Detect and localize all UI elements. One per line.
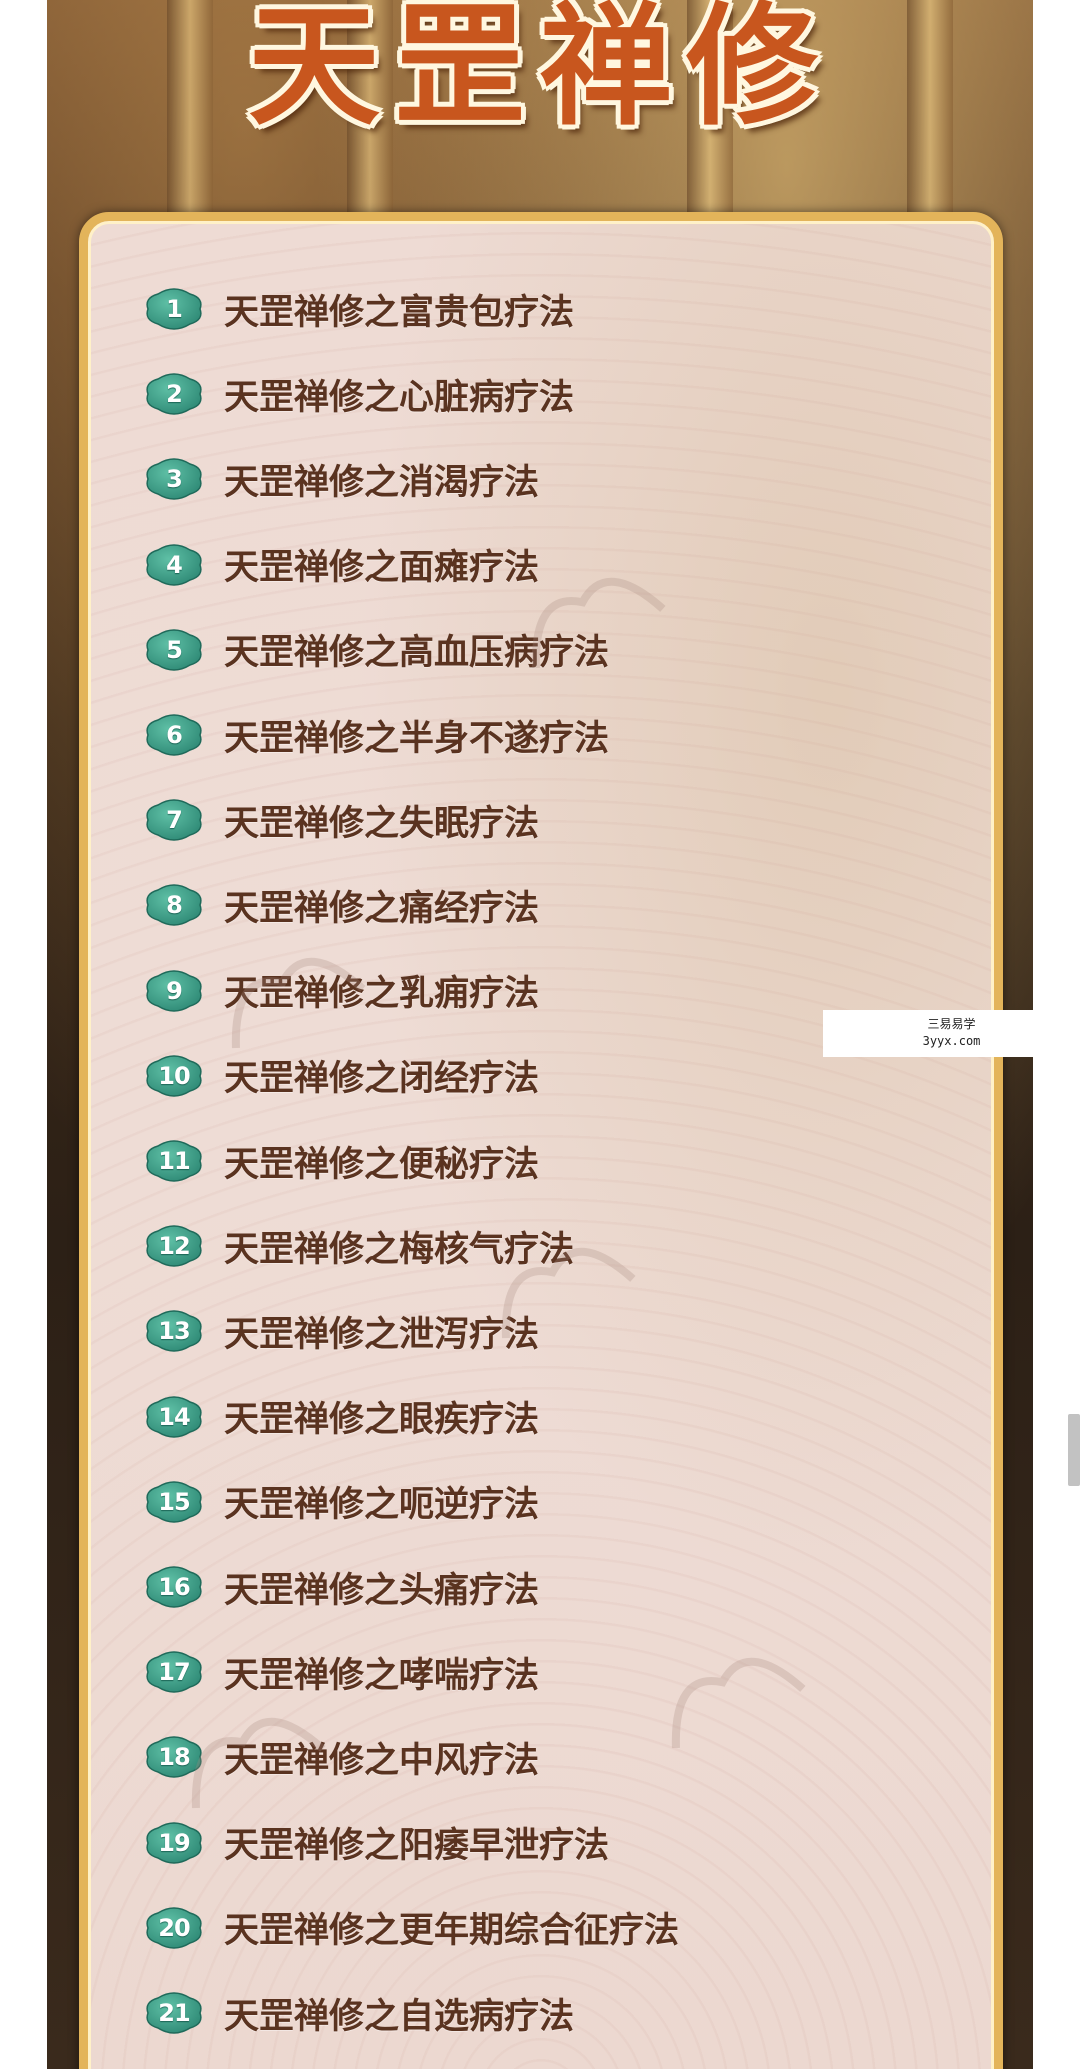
list-item: 1 天罡禅修之富贵包疗法 bbox=[144, 279, 574, 339]
list-panel: 1 天罡禅修之富贵包疗法 2 天罡禅修之心脏病疗法 3 天罡禅修之消渴疗法 4 天罡禅修之面瘫… bbox=[79, 212, 1003, 2069]
item-number: 14 bbox=[158, 1402, 190, 1431]
list-item: 21 天罡禅修之自选病疗法 bbox=[144, 1983, 574, 2043]
list-item: 10 天罡禅修之闭经疗法 bbox=[144, 1046, 539, 1106]
item-number: 13 bbox=[158, 1317, 190, 1346]
item-number: 7 bbox=[166, 806, 183, 835]
item-number: 20 bbox=[158, 1913, 190, 1942]
item-number: 3 bbox=[166, 465, 183, 494]
item-label: 天罡禅修之心脏病疗法 bbox=[224, 377, 575, 418]
list-item: 20 天罡禅修之更年期综合征疗法 bbox=[144, 1898, 679, 1958]
list-item: 7 天罡禅修之失眠疗法 bbox=[144, 790, 539, 850]
item-number: 11 bbox=[158, 1147, 190, 1175]
site-watermark: 三易易学 3yyx.com bbox=[823, 1010, 1080, 1057]
scrollbar-thumb[interactable] bbox=[1068, 1414, 1080, 1486]
item-number: 6 bbox=[166, 721, 183, 749]
item-number: 17 bbox=[158, 1658, 190, 1687]
list-item: 15 天罡禅修之呃逆疗法 bbox=[144, 1472, 539, 1532]
list-item: 2 天罡禅修之心脏病疗法 bbox=[144, 364, 574, 424]
list-item: 14 天罡禅修之眼疾疗法 bbox=[144, 1387, 539, 1447]
item-label: 天罡禅修之阳痿早泄疗法 bbox=[224, 1826, 610, 1867]
page-title: 天罡禅修 bbox=[248, 0, 832, 144]
site-watermark-url: 3yyx.com bbox=[922, 1034, 981, 1048]
item-label: 天罡禅修之面瘫疗法 bbox=[224, 548, 540, 589]
item-number: 4 bbox=[166, 550, 183, 579]
list-item: 17 天罡禅修之哮喘疗法 bbox=[144, 1642, 539, 1702]
list-item: 6 天罡禅修之半身不遂疗法 bbox=[144, 705, 609, 765]
number-badge: 17 bbox=[144, 1647, 204, 1697]
list-item: 11 天罡禅修之便秘疗法 bbox=[144, 1131, 539, 1191]
item-number: 16 bbox=[158, 1573, 190, 1601]
item-number: 1 bbox=[166, 295, 183, 323]
item-label: 天罡禅修之痛经疗法 bbox=[224, 888, 540, 929]
item-label: 天罡禅修之消渴疗法 bbox=[224, 462, 540, 503]
number-badge: 13 bbox=[144, 1306, 204, 1356]
item-label: 天罡禅修之便秘疗法 bbox=[224, 1144, 540, 1185]
item-number: 21 bbox=[158, 1999, 190, 2027]
number-badge: 8 bbox=[144, 880, 204, 930]
number-badge: 20 bbox=[144, 1903, 204, 1953]
number-badge: 14 bbox=[144, 1392, 204, 1442]
number-badge: 7 bbox=[144, 795, 204, 845]
number-badge: 11 bbox=[144, 1136, 204, 1186]
item-label: 天罡禅修之头痛疗法 bbox=[224, 1570, 540, 1611]
item-number: 10 bbox=[158, 1061, 190, 1090]
item-label: 天罡禅修之失眠疗法 bbox=[224, 803, 540, 844]
number-badge: 4 bbox=[144, 540, 204, 590]
site-watermark-name: 三易易学 bbox=[927, 1017, 976, 1031]
number-badge: 6 bbox=[144, 710, 204, 760]
item-label: 天罡禅修之更年期综合征疗法 bbox=[224, 1911, 680, 1952]
item-number: 8 bbox=[166, 891, 183, 920]
number-badge: 3 bbox=[144, 454, 204, 504]
number-badge: 5 bbox=[144, 625, 204, 675]
number-badge: 10 bbox=[144, 1051, 204, 1101]
number-badge: 16 bbox=[144, 1562, 204, 1612]
background-emblem bbox=[633, 1612, 823, 1776]
item-number: 5 bbox=[166, 635, 183, 664]
number-badge: 12 bbox=[144, 1221, 204, 1271]
number-badge: 1 bbox=[144, 284, 204, 334]
item-number: 12 bbox=[158, 1232, 190, 1261]
list-item: 13 天罡禅修之泄泻疗法 bbox=[144, 1301, 539, 1361]
number-badge: 2 bbox=[144, 369, 204, 419]
number-badge: 21 bbox=[144, 1988, 204, 2038]
item-number: 9 bbox=[166, 976, 183, 1005]
list-item: 3 天罡禅修之消渴疗法 bbox=[144, 449, 539, 509]
item-label: 天罡禅修之自选病疗法 bbox=[224, 1996, 575, 2037]
item-label: 天罡禅修之眼疾疗法 bbox=[224, 1400, 540, 1441]
number-badge: 15 bbox=[144, 1477, 204, 1527]
item-label: 天罡禅修之富贵包疗法 bbox=[224, 292, 575, 333]
item-number: 15 bbox=[158, 1487, 190, 1516]
list-item: 16 天罡禅修之头痛疗法 bbox=[144, 1557, 539, 1617]
item-number: 2 bbox=[166, 380, 183, 409]
item-label: 天罡禅修之呃逆疗法 bbox=[224, 1485, 540, 1526]
list-item: 4 天罡禅修之面瘫疗法 bbox=[144, 535, 539, 595]
number-badge: 9 bbox=[144, 966, 204, 1016]
item-label: 天罡禅修之半身不遂疗法 bbox=[224, 718, 610, 759]
